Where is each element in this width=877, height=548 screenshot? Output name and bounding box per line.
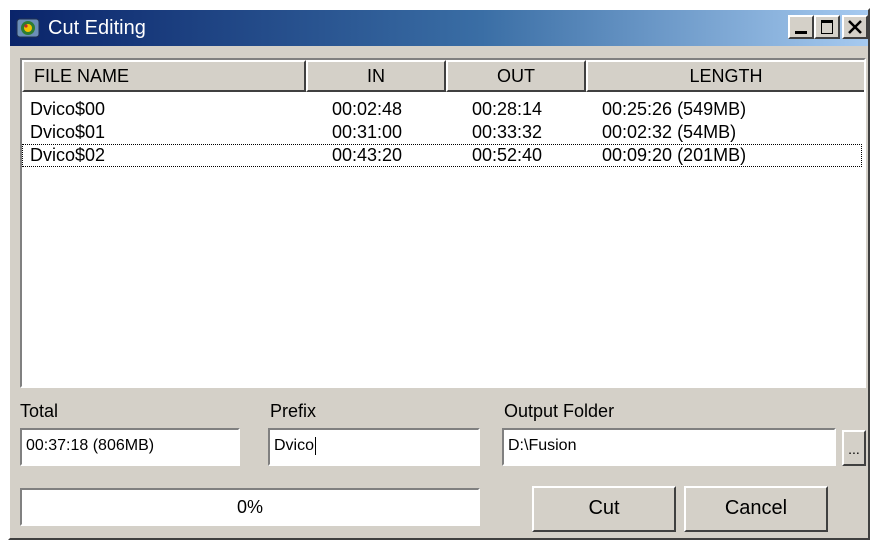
- cut-button[interactable]: Cut: [532, 486, 676, 532]
- close-button[interactable]: [842, 15, 868, 39]
- cancel-button[interactable]: Cancel: [684, 486, 828, 532]
- list-item[interactable]: Dvico$00 00:02:48 00:28:14 00:25:26 (549…: [22, 98, 862, 121]
- column-file-name[interactable]: FILE NAME: [22, 60, 306, 92]
- cut-editing-dialog: Cut Editing FILE NAME IN OUT LENGTH Dvic…: [8, 8, 870, 540]
- length-cell: 00:09:20 (201MB): [602, 145, 747, 165]
- browse-folder-button[interactable]: ...: [842, 430, 866, 466]
- file-name-cell: Dvico$01: [30, 122, 106, 142]
- out-cell: 00:33:32: [472, 122, 543, 142]
- out-cell: 00:28:14: [472, 99, 543, 119]
- file-list[interactable]: FILE NAME IN OUT LENGTH Dvico$00 00:02:4…: [20, 58, 866, 388]
- file-name-cell: Dvico$00: [30, 99, 106, 119]
- length-cell: 00:02:32 (54MB): [602, 122, 737, 142]
- in-cell: 00:02:48: [332, 99, 403, 119]
- title-bar[interactable]: Cut Editing: [10, 10, 868, 46]
- output-folder-input[interactable]: D:\Fusion: [502, 428, 836, 466]
- prefix-input[interactable]: Dvico: [268, 428, 480, 466]
- column-length[interactable]: LENGTH: [586, 60, 864, 92]
- maximize-button[interactable]: [814, 15, 840, 39]
- total-field: 00:37:18 (806MB): [20, 428, 240, 466]
- minimize-button[interactable]: [788, 15, 814, 39]
- text-caret: [315, 436, 317, 455]
- window-title: Cut Editing: [48, 17, 146, 39]
- file-name-cell: Dvico$02: [30, 145, 106, 165]
- minimize-icon: [795, 31, 807, 34]
- prefix-value: Dvico: [274, 437, 315, 454]
- prefix-label: Prefix: [270, 401, 317, 421]
- in-cell: 00:43:20: [332, 145, 403, 165]
- app-icon: [16, 18, 40, 38]
- column-out[interactable]: OUT: [446, 60, 586, 92]
- close-icon: [848, 20, 862, 34]
- column-in[interactable]: IN: [306, 60, 446, 92]
- out-cell: 00:52:40: [472, 145, 543, 165]
- in-cell: 00:31:00: [332, 122, 403, 142]
- length-cell: 00:25:26 (549MB): [602, 99, 747, 119]
- list-item[interactable]: Dvico$01 00:31:00 00:33:32 00:02:32 (54M…: [22, 121, 862, 144]
- list-header: FILE NAME IN OUT LENGTH: [22, 60, 864, 92]
- progress-bar: 0%: [20, 488, 480, 526]
- output-folder-label: Output Folder: [504, 401, 615, 421]
- maximize-icon: [821, 20, 833, 34]
- list-item-focused[interactable]: Dvico$02 00:43:20 00:52:40 00:09:20 (201…: [22, 144, 862, 167]
- total-label: Total: [20, 401, 59, 421]
